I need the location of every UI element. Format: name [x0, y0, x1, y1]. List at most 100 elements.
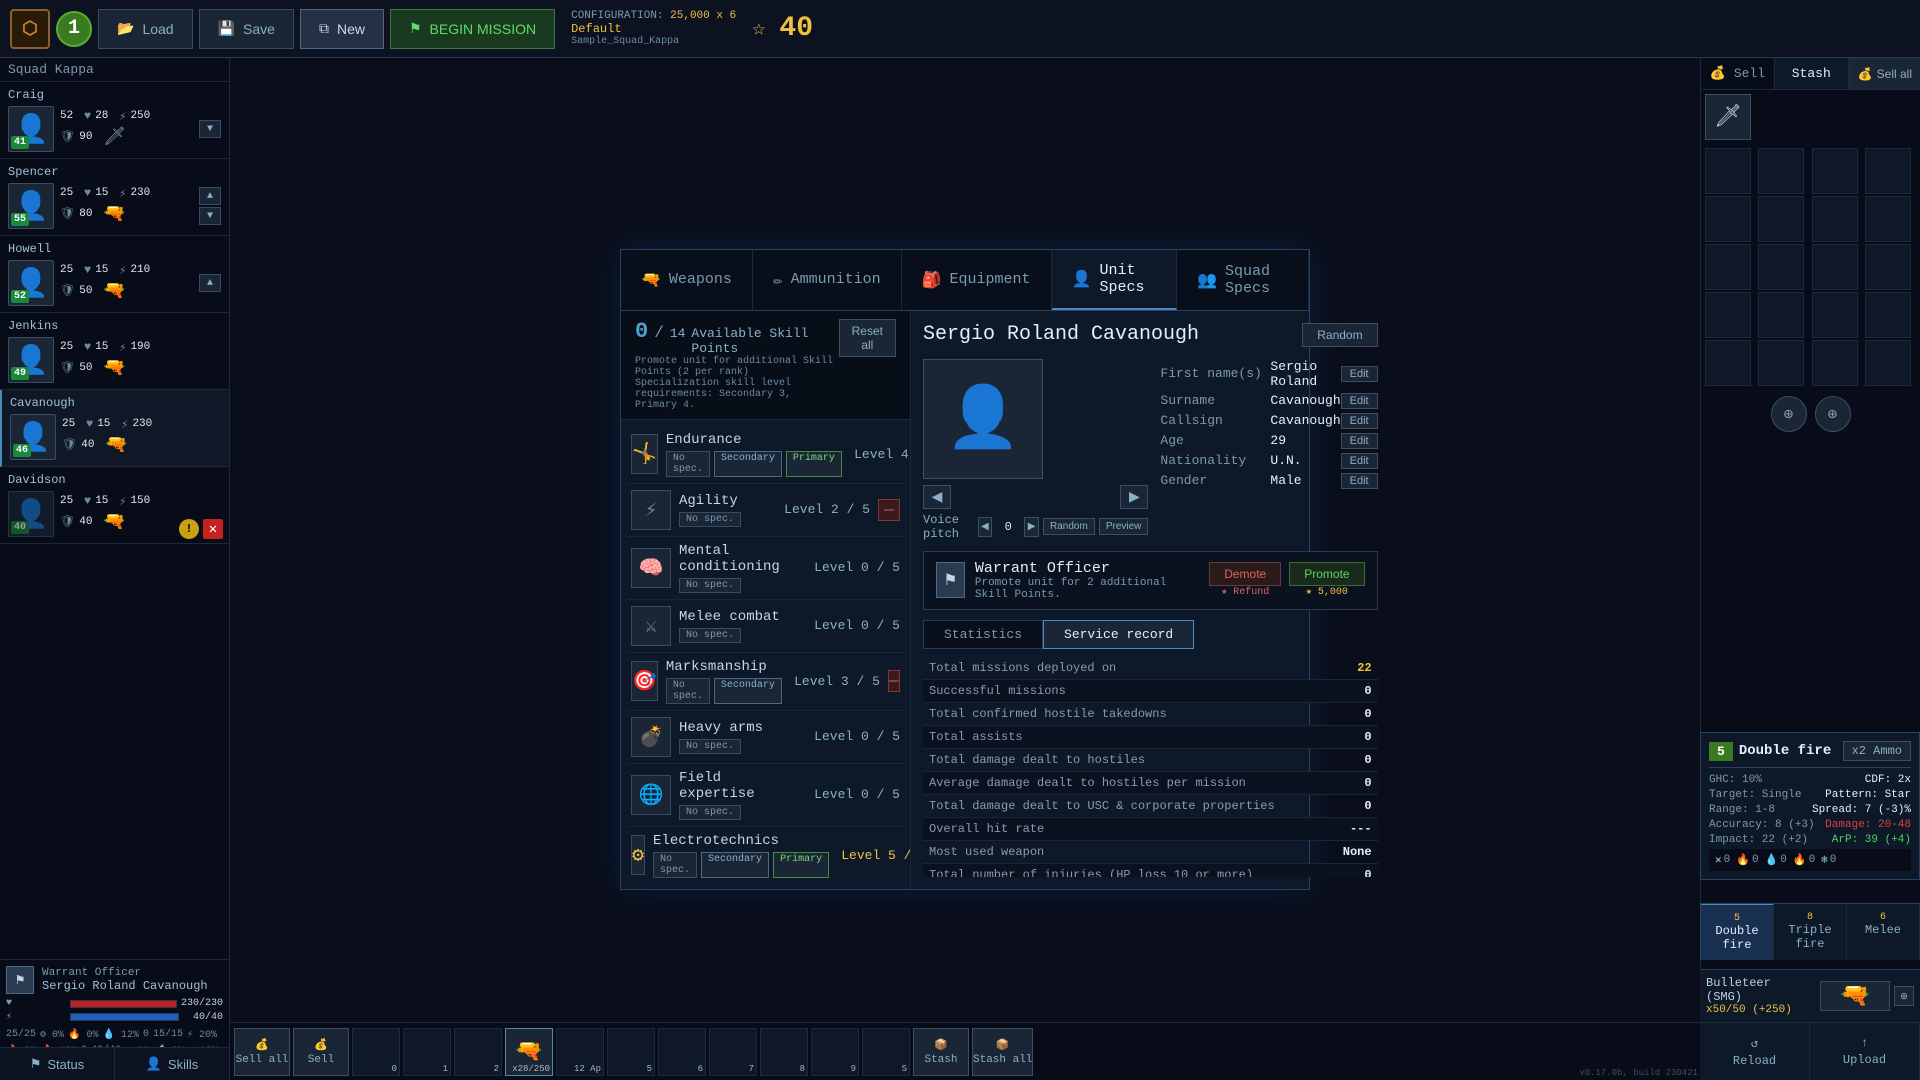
unit-card-davidson[interactable]: Davidson 👤 40 25 ♥ 15 ⚡ 150 🛡 40 🔫 [0, 467, 229, 544]
sell-all-bottom-btn[interactable]: 💰 Sell all [234, 1028, 290, 1076]
voice-preview-btn[interactable]: Preview [1099, 518, 1149, 535]
stash-cell-10[interactable] [1812, 244, 1858, 290]
skill-points-bar: 0 / 14 Available Skill Points Promote un… [621, 311, 910, 420]
marksmanship-minus-btn[interactable]: — [888, 670, 900, 692]
unit-card-jenkins[interactable]: Jenkins 👤 49 25 ♥ 15 ⚡ 190 🛡 50 🔫 [0, 313, 229, 390]
voice-random-btn[interactable]: Random [1043, 518, 1095, 535]
portrait-prev-btn[interactable]: ◀ [923, 485, 951, 509]
skill-heavy-arms: 💣 Heavy arms No spec. Level 0 / 5 [627, 711, 904, 764]
rank-buttons: Demote ★ Refund Promote ★ 5,000 [1209, 562, 1364, 598]
reload-btn[interactable]: ↺ Reload [1700, 1023, 1810, 1080]
stash-cell-3[interactable] [1865, 148, 1911, 194]
stash-cell-7[interactable] [1865, 196, 1911, 242]
stash-cell-19[interactable] [1865, 340, 1911, 386]
inv-slot-0[interactable]: 0 [352, 1028, 400, 1076]
status-nav-btn[interactable]: ⚑ Status [0, 1048, 115, 1080]
fire-mode-triple[interactable]: 8 Triple fire [1774, 904, 1847, 960]
stash-item-0[interactable]: 🗡 [1705, 94, 1751, 140]
edit-surname-btn[interactable]: Edit [1341, 393, 1378, 409]
portrait-next-btn[interactable]: ▶ [1120, 485, 1148, 509]
stash-bottom-btn[interactable]: 📦 Stash [913, 1028, 969, 1076]
stash-cell-6[interactable] [1812, 196, 1858, 242]
inv-slot-8[interactable]: 8 [760, 1028, 808, 1076]
stash-cell-16[interactable] [1705, 340, 1751, 386]
electrotechnics-icon: ⚙ [631, 835, 645, 875]
tab-unit-specs[interactable]: 👤 Unit Specs [1052, 250, 1178, 310]
stash-cell-9[interactable] [1758, 244, 1804, 290]
inv-slot-2[interactable]: 2 [454, 1028, 502, 1076]
voice-row: Voice pitch ◀ 0 ▶ Random Preview [923, 513, 1148, 541]
rank-icon: ⚑ [6, 966, 34, 994]
voice-prev-btn[interactable]: ◀ [978, 517, 993, 537]
unit-card-howell[interactable]: Howell 👤 52 25 ♥ 15 ⚡ 210 🛡 50 🔫 [0, 236, 229, 313]
save-button[interactable]: 💾 Save [199, 9, 294, 49]
stash-all-bottom-btn[interactable]: 📦 Stash all [972, 1028, 1033, 1076]
skills-nav-btn[interactable]: 👤 Skills [115, 1048, 230, 1080]
fire-mode-melee[interactable]: 6 Melee [1847, 904, 1920, 960]
tab-equipment[interactable]: 🎒 Equipment [902, 250, 1052, 310]
sell-bottom-btn[interactable]: 💰 Sell [293, 1028, 349, 1076]
inv-slot-5[interactable]: 5 [607, 1028, 655, 1076]
circle-btn-0[interactable]: ⊕ [1771, 396, 1807, 432]
fire-mode-double[interactable]: 5 Double fire [1701, 904, 1774, 960]
stash-cell-4[interactable] [1705, 196, 1751, 242]
edit-age-btn[interactable]: Edit [1341, 433, 1378, 449]
edit-gender-btn[interactable]: Edit [1341, 473, 1378, 489]
demote-button[interactable]: Demote [1209, 562, 1281, 586]
stash-cell-8[interactable] [1705, 244, 1751, 290]
chevron-up-howell[interactable]: ▲ [199, 274, 221, 292]
service-record-tab[interactable]: Service record [1043, 620, 1194, 649]
stash-cell-17[interactable] [1758, 340, 1804, 386]
stash-cell-12[interactable] [1705, 292, 1751, 338]
sell-all-stash-btn[interactable]: 💰 Sell all [1849, 58, 1920, 89]
chevron-up-spencer[interactable]: ▲ [199, 187, 221, 205]
health-bars: ♥ 230/230 ⚡ 40/40 [6, 998, 223, 1023]
edit-callsign-btn[interactable]: Edit [1341, 413, 1378, 429]
edit-firstname-btn[interactable]: Edit [1341, 366, 1378, 382]
inv-slot-s[interactable]: S [862, 1028, 910, 1076]
unit-level-howell: 52 [11, 290, 29, 303]
unit-card-spencer[interactable]: Spencer 👤 55 25 ♥ 15 ⚡ 230 🛡 80 🔫 [0, 159, 229, 236]
marksmanship-icon: 🎯 [631, 661, 658, 701]
stash-tab-btn[interactable]: Stash [1775, 58, 1849, 89]
inv-slot-3[interactable]: 🔫 x28/250 [505, 1028, 553, 1076]
chevron-down-spencer[interactable]: ▼ [199, 207, 221, 225]
sell-tab[interactable]: 💰 Sell [1701, 58, 1775, 89]
stash-cell-11[interactable] [1865, 244, 1911, 290]
tab-ammunition[interactable]: ✏ Ammunition [753, 250, 902, 310]
stash-cell-2[interactable] [1812, 148, 1858, 194]
inv-slot-7[interactable]: 7 [709, 1028, 757, 1076]
inv-slot-4[interactable]: 12 Ap [556, 1028, 604, 1076]
random-button[interactable]: Random [1302, 323, 1377, 347]
unit-card-craig[interactable]: Craig 👤 41 52 ♥ 28 ⚡ 250 🛡 90 🗡 [0, 82, 229, 159]
stash-cell-13[interactable] [1758, 292, 1804, 338]
reset-all-button[interactable]: Reset all [839, 319, 896, 357]
stash-cell-0[interactable] [1705, 148, 1751, 194]
stash-cell-5[interactable] [1758, 196, 1804, 242]
ammo-expand-btn[interactable]: ⊕ [1894, 986, 1914, 1006]
tab-weapons[interactable]: 🔫 Weapons [621, 250, 753, 310]
new-button[interactable]: ⧉ New [300, 9, 384, 49]
circle-btn-1[interactable]: ⊕ [1815, 396, 1851, 432]
promote-button[interactable]: Promote [1289, 562, 1364, 586]
stash-cell-18[interactable] [1812, 340, 1858, 386]
stash-cell-14[interactable] [1812, 292, 1858, 338]
voice-next-btn[interactable]: ▶ [1024, 517, 1039, 537]
unit-card-cavanough[interactable]: Cavanough 👤 46 25 ♥ 15 ⚡ 230 🛡 40 🔫 [0, 390, 229, 467]
edit-nationality-btn[interactable]: Edit [1341, 453, 1378, 469]
load-button[interactable]: 📂 Load [98, 9, 193, 49]
chevron-down-craig[interactable]: ▼ [199, 120, 221, 138]
begin-mission-button[interactable]: ⚑ BEGIN MISSION [390, 9, 555, 49]
agility-minus-btn[interactable]: — [878, 499, 900, 521]
stash-cell-1[interactable] [1758, 148, 1804, 194]
statistics-tab[interactable]: Statistics [923, 620, 1043, 649]
inv-slot-9[interactable]: 9 [811, 1028, 859, 1076]
inv-slot-6[interactable]: 6 [658, 1028, 706, 1076]
tab-squad-specs[interactable]: 👥 Squad Specs [1177, 250, 1309, 310]
upload-btn[interactable]: ↑ Upload [1810, 1023, 1920, 1080]
weapons-tab-icon: 🔫 [641, 270, 661, 290]
fire-modes-panel: 5 Double fire 8 Triple fire 6 Melee [1700, 903, 1920, 960]
unit-level-craig: 41 [11, 136, 29, 149]
inv-slot-1[interactable]: 1 [403, 1028, 451, 1076]
stash-cell-15[interactable] [1865, 292, 1911, 338]
